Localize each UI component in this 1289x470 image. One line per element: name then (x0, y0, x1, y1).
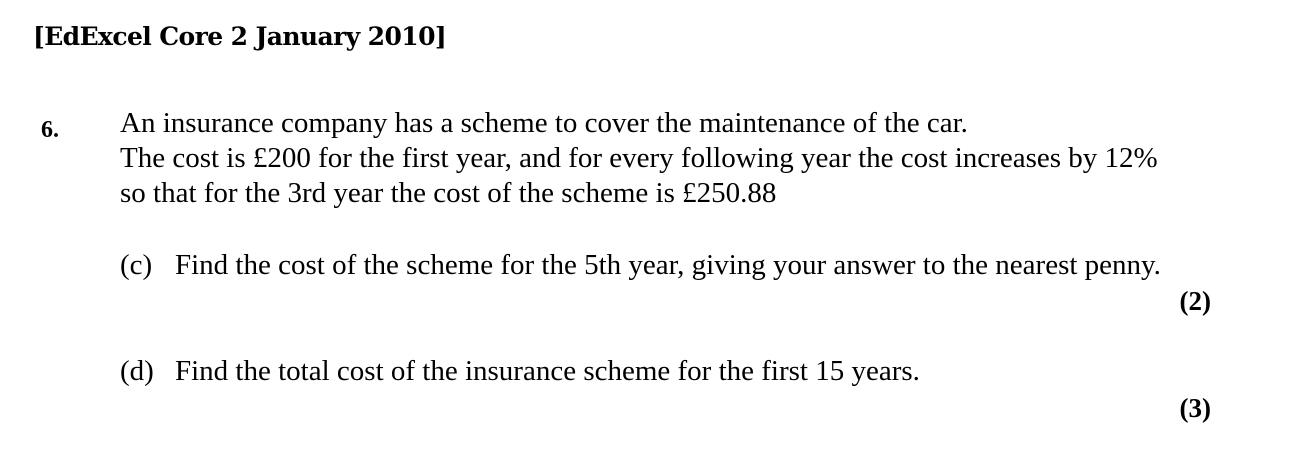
part-d-marks: (3) (1179, 393, 1211, 423)
part-d-label: (d) (120, 355, 154, 387)
part-d-text: Find the total cost of the insurance sch… (175, 355, 920, 387)
question-intro-line: The cost is £200 for the first year, and… (120, 142, 1158, 174)
question-intro-line: An insurance company has a scheme to cov… (120, 107, 968, 139)
part-c-marks: (2) (1179, 286, 1211, 316)
part-c-label: (c) (120, 249, 153, 281)
part-c-text: Find the cost of the scheme for the 5th … (175, 249, 1161, 281)
source-heading: [EdExcel Core 2 January 2010] (33, 22, 447, 51)
question-intro-line: so that for the 3rd year the cost of the… (120, 177, 777, 209)
question-number: 6. (41, 117, 59, 143)
